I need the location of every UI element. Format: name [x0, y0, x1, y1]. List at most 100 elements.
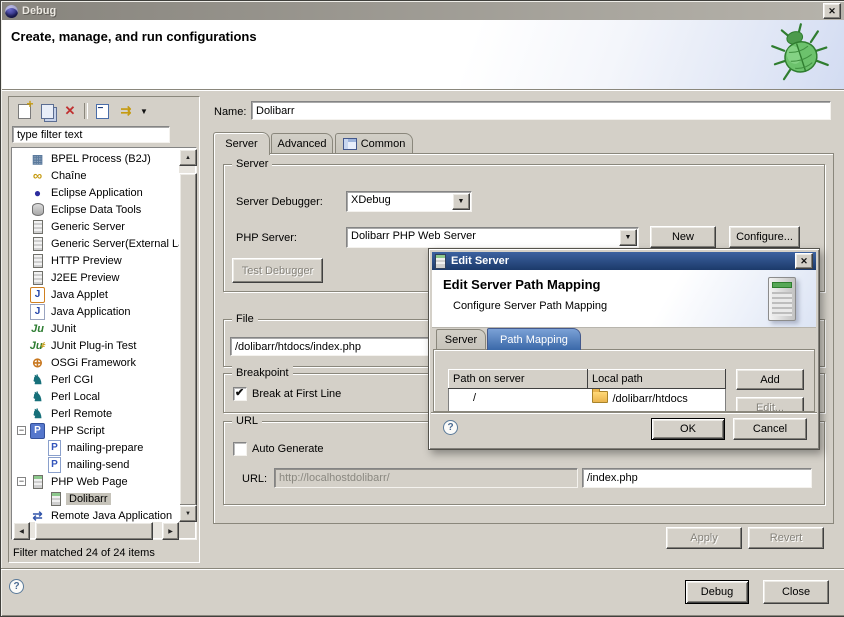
php-file-icon: P	[48, 440, 61, 456]
url-auto-input	[274, 468, 578, 488]
path-mapping-row[interactable]: //dolibarr/htdocs	[449, 389, 726, 408]
tree-item-http-preview[interactable]: HTTP Preview	[13, 252, 179, 269]
url-group-title: URL	[232, 414, 262, 428]
perl-icon: ♞	[30, 373, 45, 387]
bug-icon	[768, 22, 832, 84]
scroll-down-icon[interactable]: ▼	[179, 505, 197, 522]
tab-server[interactable]: Server	[213, 132, 270, 155]
php-server-select[interactable]: Dolibarr PHP Web Server ▼	[346, 227, 639, 248]
tree-item-eclipse-application[interactable]: ●Eclipse Application	[13, 184, 179, 201]
tree-item-perl-remote[interactable]: ♞Perl Remote	[13, 405, 179, 422]
chevron-down-icon[interactable]: ▼	[619, 229, 637, 246]
filter-configurations-icon[interactable]: ⇉	[116, 102, 134, 120]
tree-item-osgi-framework[interactable]: ⊕OSGi Framework	[13, 354, 179, 371]
configure-server-button[interactable]: Configure...	[729, 226, 800, 248]
cancel-button[interactable]: Cancel	[733, 418, 807, 440]
collapse-node-icon[interactable]: −	[17, 477, 30, 486]
new-configuration-icon[interactable]	[15, 102, 33, 120]
chevron-down-icon[interactable]: ▼	[452, 193, 470, 210]
perl-icon: ♞	[30, 390, 45, 404]
tab-common[interactable]: Common	[335, 133, 413, 154]
break-first-line-checkbox[interactable]	[233, 387, 247, 401]
tree-vertical-scrollbar[interactable]: ▲ ▼	[179, 149, 195, 522]
tree-item-label: Eclipse Application	[48, 187, 146, 199]
close-button[interactable]: Close	[763, 580, 829, 604]
tree-item-bpel-process-b2j-[interactable]: ▦BPEL Process (B2J)	[13, 150, 179, 167]
dropdown-arrow-icon[interactable]: ▼	[139, 102, 149, 120]
auto-generate-checkbox[interactable]	[233, 442, 247, 456]
collapse-all-icon[interactable]	[93, 102, 111, 120]
tree-item-eclipse-data-tools[interactable]: Eclipse Data Tools	[13, 201, 179, 218]
tree-item-perl-local[interactable]: ♞Perl Local	[13, 388, 179, 405]
tree-item-junit[interactable]: JuJUnit	[13, 320, 179, 337]
url-path-input[interactable]	[582, 468, 812, 488]
banner-header: Create, manage, and run configurations	[2, 20, 844, 90]
applet-icon: J	[30, 287, 45, 303]
tree-item-label: BPEL Process (B2J)	[48, 153, 154, 165]
dialog-tab-path-mapping[interactable]: Path Mapping	[487, 328, 581, 350]
tree-item-java-applet[interactable]: JJava Applet	[13, 286, 179, 303]
window-titlebar[interactable]: Debug ✕	[2, 2, 844, 20]
dialog-tab-server[interactable]: Server	[436, 329, 486, 349]
revert-button[interactable]: Revert	[748, 527, 824, 549]
tree-item-cha-ne[interactable]: ∞Chaîne	[13, 167, 179, 184]
apply-button[interactable]: Apply	[666, 527, 742, 549]
edit-server-close-icon[interactable]: ✕	[795, 253, 813, 269]
tree-horizontal-scrollbar[interactable]: ◀ ▶	[13, 522, 179, 538]
tree-item-remote-java-application[interactable]: ⇄Remote Java Application	[13, 507, 179, 522]
php-web-icon	[30, 475, 45, 489]
filter-input[interactable]	[12, 126, 170, 143]
tree-item-dolibarr[interactable]: Dolibarr	[13, 490, 179, 507]
config-tree: ▦BPEL Process (B2J)∞Chaîne●Eclipse Appli…	[13, 150, 179, 522]
tree-item-label: Perl Local	[48, 391, 103, 403]
debug-button[interactable]: Debug	[685, 580, 749, 604]
local-path-cell[interactable]: /dolibarr/htdocs	[588, 389, 726, 408]
name-input[interactable]	[251, 101, 831, 120]
tree-item-perl-cgi[interactable]: ♞Perl CGI	[13, 371, 179, 388]
new-server-button[interactable]: New	[650, 226, 716, 248]
edit-server-titlebar[interactable]: Edit Server ✕	[432, 252, 816, 270]
server-icon	[30, 254, 45, 268]
tree-item-label: Dolibarr	[66, 493, 111, 505]
horizontal-scroll-thumb[interactable]	[35, 522, 153, 540]
edit-mapping-button[interactable]: Edit...	[736, 397, 804, 412]
duplicate-configuration-icon[interactable]	[38, 102, 56, 120]
scroll-left-icon[interactable]: ◀	[13, 522, 30, 540]
collapse-node-icon[interactable]: −	[17, 426, 30, 435]
delete-configuration-icon[interactable]: ✕	[61, 102, 79, 120]
table-icon	[343, 138, 357, 150]
tree-item-php-web-page[interactable]: − PHP Web Page	[13, 473, 179, 490]
tree-item-label: Eclipse Data Tools	[48, 204, 144, 216]
php-file-icon: P	[48, 457, 61, 473]
tree-item-label: OSGi Framework	[48, 357, 139, 369]
tree-item-mailing-send[interactable]: Pmailing-send	[13, 456, 179, 473]
tree-item-generic-server-external-la[interactable]: Generic Server(External La	[13, 235, 179, 252]
help-icon[interactable]: ?	[9, 579, 24, 594]
test-debugger-button[interactable]: Test Debugger	[232, 258, 323, 283]
tree-item-junit-plug-in-test[interactable]: JuJUnit Plug-in Test	[13, 337, 179, 354]
server-icon	[435, 254, 446, 269]
tree-item-java-application[interactable]: JJava Application	[13, 303, 179, 320]
dialog-help-icon[interactable]: ?	[443, 420, 458, 435]
server-path-cell[interactable]: /	[449, 389, 588, 408]
add-mapping-button[interactable]: Add	[736, 369, 804, 390]
vertical-scroll-thumb[interactable]	[179, 173, 197, 506]
scroll-right-icon[interactable]: ▶	[162, 522, 179, 540]
server-debugger-select[interactable]: XDebug ▼	[346, 191, 472, 212]
ok-button[interactable]: OK	[651, 418, 725, 440]
scroll-up-icon[interactable]: ▲	[179, 149, 197, 166]
tree-item-php-script[interactable]: −PPHP Script	[13, 422, 179, 439]
tree-item-label: PHP Web Page	[48, 476, 131, 488]
tree-item-generic-server[interactable]: Generic Server	[13, 218, 179, 235]
edit-server-subheading: Configure Server Path Mapping	[453, 300, 607, 312]
window-close-icon[interactable]: ✕	[823, 3, 841, 19]
filter-status: Filter matched 24 of 24 items	[13, 547, 155, 559]
edit-server-banner: Edit Server Path Mapping Configure Serve…	[432, 270, 816, 328]
tree-item-label: Generic Server(External La	[48, 238, 179, 250]
tree-item-mailing-prepare[interactable]: Pmailing-prepare	[13, 439, 179, 456]
tree-item-j2ee-preview[interactable]: J2EE Preview	[13, 269, 179, 286]
tab-advanced[interactable]: Advanced	[271, 133, 333, 154]
column-header-local-path[interactable]: Local path	[588, 370, 726, 389]
column-header-path-on-server[interactable]: Path on server	[449, 370, 588, 389]
banner-title: Create, manage, and run configurations	[11, 29, 257, 44]
